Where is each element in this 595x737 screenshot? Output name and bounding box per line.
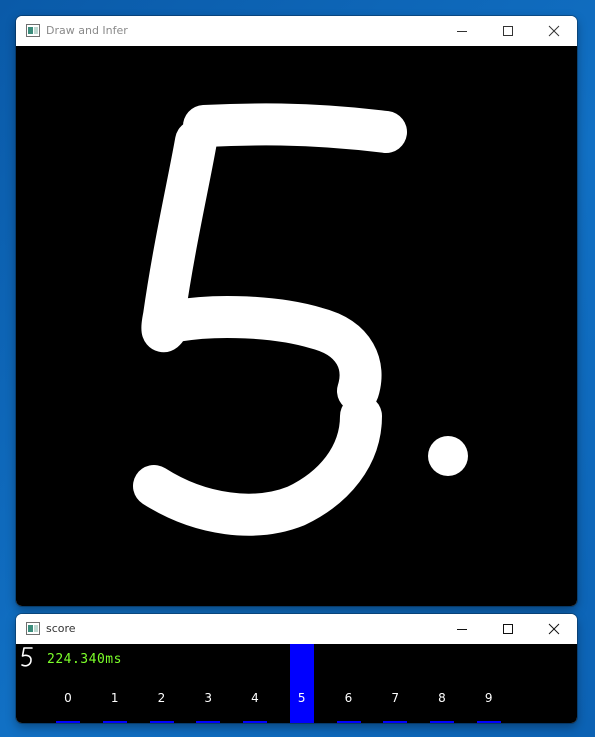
score-bar-8: [430, 721, 454, 723]
close-icon: [548, 623, 560, 635]
drawing-canvas[interactable]: [16, 46, 577, 606]
handwritten-strokes: [133, 103, 468, 536]
inference-time: 224.340ms: [47, 652, 122, 667]
minimize-button[interactable]: [439, 614, 485, 644]
score-bar-5: [289, 644, 314, 723]
score-bar-6: [336, 721, 361, 723]
score-bar-0: [56, 721, 80, 723]
score-bar-2: [149, 721, 174, 723]
close-button[interactable]: [531, 614, 577, 644]
minimize-icon: [457, 31, 467, 32]
score-window: score 224.340ms 0 1 2 3 4 5 6 7 8 9: [16, 614, 577, 723]
score-panel: 224.340ms 0 1 2 3 4 5 6 7 8 9: [16, 644, 577, 723]
score-window-title: score: [46, 622, 76, 635]
draw-and-infer-window: Draw and Infer: [16, 16, 577, 606]
predicted-digit-glyph: [21, 647, 33, 667]
close-icon: [548, 25, 560, 37]
class-label-4: 4: [251, 691, 259, 705]
handwritten-dot: [428, 436, 468, 476]
class-label-2: 2: [157, 691, 166, 705]
class-label-6: 6: [344, 691, 353, 705]
app-icon: [26, 24, 40, 37]
maximize-button[interactable]: [485, 614, 531, 644]
handwritten-digit-5: [133, 103, 407, 536]
close-button[interactable]: [531, 16, 577, 46]
minimize-button[interactable]: [439, 16, 485, 46]
class-label-0: 0: [64, 691, 72, 705]
maximize-icon: [503, 624, 513, 634]
class-label-5: 5: [297, 691, 306, 705]
score-bar-7: [383, 721, 408, 723]
maximize-button[interactable]: [485, 16, 531, 46]
class-label-3: 3: [204, 691, 213, 705]
score-bar-9: [476, 721, 501, 723]
score-bar-1: [102, 721, 127, 723]
minimize-icon: [457, 629, 467, 630]
app-icon: [26, 622, 40, 635]
score-bar-4: [243, 721, 267, 723]
draw-window-title: Draw and Infer: [46, 24, 128, 37]
score-bar-3: [196, 721, 221, 723]
class-label-1: 1: [110, 691, 119, 705]
class-label-8: 8: [438, 691, 446, 705]
maximize-icon: [503, 26, 513, 36]
draw-window-titlebar[interactable]: Draw and Infer: [16, 16, 577, 46]
score-window-titlebar[interactable]: score: [16, 614, 577, 644]
class-label-7: 7: [391, 691, 400, 705]
class-label-9: 9: [484, 691, 493, 705]
